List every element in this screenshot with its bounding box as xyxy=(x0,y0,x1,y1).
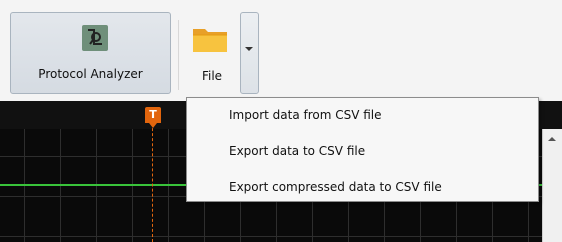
file-label: File xyxy=(201,69,223,83)
toolbar-separator xyxy=(178,20,179,90)
protocol-analyzer-label: Protocol Analyzer xyxy=(38,67,143,81)
vertical-scrollbar[interactable] xyxy=(542,129,562,242)
file-dropdown-menu: Import data from CSV file Export data to… xyxy=(186,97,539,202)
protocol-analyzer-icon xyxy=(82,25,108,51)
ribbon-toolbar: Protocol Analyzer File xyxy=(0,0,562,101)
folder-icon xyxy=(192,25,228,53)
menu-item-import-csv[interactable]: Import data from CSV file xyxy=(187,102,538,128)
chevron-down-icon xyxy=(245,47,253,51)
trigger-marker[interactable]: T xyxy=(145,107,161,128)
protocol-analyzer-button[interactable]: Protocol Analyzer xyxy=(10,12,171,94)
file-button[interactable]: File xyxy=(186,12,238,94)
menu-item-export-csv[interactable]: Export data to CSV file xyxy=(187,138,538,164)
file-dropdown-button[interactable] xyxy=(240,12,259,94)
arrow-up-icon[interactable] xyxy=(548,137,556,141)
menu-item-export-compressed-csv[interactable]: Export compressed data to CSV file xyxy=(187,174,538,200)
trigger-line xyxy=(152,118,153,242)
